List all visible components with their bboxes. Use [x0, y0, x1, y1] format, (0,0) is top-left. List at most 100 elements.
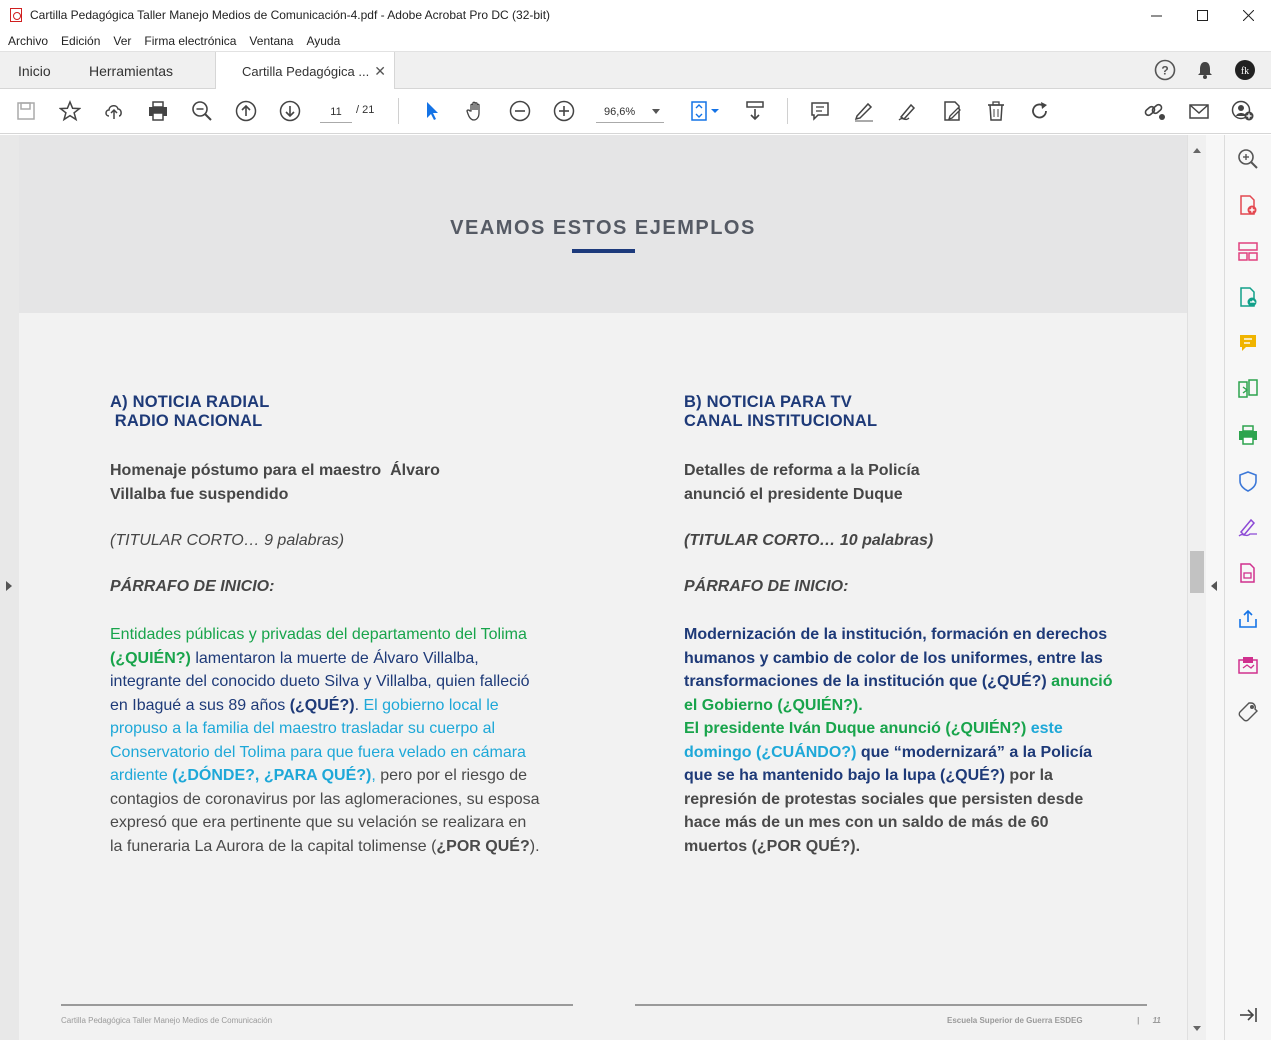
headline-line: Detalles de reforma a la Policía	[684, 462, 920, 479]
headline-note: (TITULAR CORTO… 9 palabras)	[110, 532, 345, 549]
toolbar-divider	[787, 98, 788, 124]
maximize-button[interactable]	[1179, 0, 1225, 30]
where-why-tag: (¿DÓNDE?, ¿PARA QUÉ?)	[172, 767, 372, 784]
footer-document-title: Cartilla Pedagógica Taller Manejo Medios…	[61, 1016, 273, 1025]
tab-herramientas[interactable]: Herramientas	[89, 52, 173, 89]
zoom-level-select[interactable]: 96,6%	[596, 101, 664, 123]
protect-shield-icon[interactable]	[1236, 469, 1260, 493]
prepare-form-icon[interactable]	[1236, 561, 1260, 585]
who-tag: (¿QUIÉN?)	[945, 720, 1027, 737]
help-icon[interactable]: ?	[1153, 58, 1177, 82]
document-viewport[interactable]: VEAMOS ESTOS EJEMPLOS A) NOTICIA RADIAL …	[0, 135, 1224, 1040]
section-title-line: A) NOTICIA RADIAL	[110, 393, 270, 411]
notifications-bell-icon[interactable]	[1193, 58, 1217, 82]
export-pdf-icon[interactable]	[1236, 285, 1260, 309]
acrobat-window: Cartilla Pedagógica Taller Manejo Medios…	[0, 0, 1271, 1040]
close-tab-icon[interactable]: ✕	[374, 63, 386, 80]
svg-text:?: ?	[1161, 64, 1168, 78]
fill-sign-icon[interactable]	[1236, 515, 1260, 539]
headline-line: Homenaje póstumo para el maestro Álvaro	[110, 462, 440, 479]
rotate-icon[interactable]	[1028, 99, 1052, 123]
search-zoom-tool-icon[interactable]	[1236, 147, 1260, 171]
share-link-icon[interactable]	[1143, 99, 1167, 123]
zoom-in-icon[interactable]	[552, 99, 576, 123]
menu-ver[interactable]: Ver	[113, 34, 131, 48]
pdf-page: VEAMOS ESTOS EJEMPLOS A) NOTICIA RADIAL …	[19, 135, 1187, 1040]
collapse-pane-icon[interactable]	[1236, 1003, 1260, 1027]
page-number-input[interactable]: 11	[320, 101, 352, 123]
scrollbar-thumb[interactable]	[1190, 551, 1204, 593]
menu-archivo[interactable]: Archivo	[8, 34, 48, 48]
delete-trash-icon[interactable]	[984, 99, 1008, 123]
comment-icon[interactable]	[808, 99, 832, 123]
expand-left-panel-icon	[6, 581, 12, 591]
menu-ayuda[interactable]: Ayuda	[306, 34, 340, 48]
menu-bar: Archivo Edición Ver Firma electrónica Ve…	[0, 30, 1271, 51]
headline-line: anunció el presidente Duque	[684, 486, 903, 503]
menu-firma-electronica[interactable]: Firma electrónica	[144, 34, 236, 48]
tab-inicio[interactable]: Inicio	[18, 52, 51, 89]
menu-ventana[interactable]: Ventana	[249, 34, 293, 48]
page-fit-icon[interactable]	[688, 99, 722, 123]
title-bar: Cartilla Pedagógica Taller Manejo Medios…	[0, 0, 1271, 30]
section-title-line: B) NOTICIA PARA TV	[684, 393, 852, 411]
zoom-out-icon[interactable]	[508, 99, 532, 123]
what-tag: (¿QUÉ?)	[981, 673, 1047, 690]
example-radio-column: A) NOTICIA RADIAL RADIO NACIONAL Homenaj…	[110, 393, 540, 858]
next-page-icon[interactable]	[278, 99, 302, 123]
user-avatar-icon[interactable]: fk	[1233, 58, 1257, 82]
bookmark-star-icon[interactable]	[58, 99, 82, 123]
lead-paragraph-radio: Entidades públicas y privadas del depart…	[110, 623, 540, 858]
when-tag: (¿CUÁNDO?)	[755, 743, 857, 761]
comment-tool-icon[interactable]	[1236, 331, 1260, 355]
print-production-icon[interactable]	[1236, 423, 1260, 447]
headline-tv: Detalles de reforma a la Policía anunció…	[684, 459, 1114, 507]
punctuation: ).	[850, 837, 861, 855]
menu-edicion[interactable]: Edición	[61, 34, 100, 48]
tab-bar-right: ? fk	[1153, 58, 1257, 82]
zoom-level-value: 96,6%	[604, 105, 636, 118]
window-title: Cartilla Pedagógica Taller Manejo Medios…	[30, 8, 551, 22]
paragraph-heading: PÁRRAFO DE INICIO:	[110, 578, 275, 595]
highlight-pen-icon[interactable]	[852, 99, 876, 123]
zoom-search-icon[interactable]	[190, 99, 214, 123]
right-panel-toggle[interactable]	[1206, 135, 1224, 1040]
toolbar-divider	[398, 98, 399, 124]
edit-pdf-icon[interactable]	[940, 99, 964, 123]
print-icon[interactable]	[146, 99, 170, 123]
add-user-icon[interactable]	[1231, 99, 1255, 123]
more-tools-wrench-icon[interactable]	[1236, 699, 1260, 723]
lead-paragraph-tv: Modernización de la institución, formaci…	[684, 623, 1114, 858]
upload-cloud-icon[interactable]	[102, 99, 126, 123]
email-envelope-icon[interactable]	[1187, 99, 1211, 123]
compare-files-icon[interactable]	[1236, 377, 1260, 401]
scroll-mode-icon[interactable]	[743, 99, 767, 123]
save-icon[interactable]	[14, 99, 38, 123]
tab-document-label: Cartilla Pedagógica ...	[242, 63, 370, 79]
sign-pen-icon[interactable]	[896, 99, 920, 123]
vertical-scrollbar[interactable]	[1187, 135, 1206, 1040]
scroll-up-arrow-icon[interactable]	[1193, 148, 1201, 153]
window-controls	[1133, 0, 1271, 30]
acrobat-app-icon	[10, 8, 22, 22]
who-tag: (¿QUIÉN?)	[110, 649, 191, 667]
hand-tool-icon[interactable]	[464, 99, 488, 123]
close-window-button[interactable]	[1225, 0, 1271, 30]
create-pdf-icon[interactable]	[1236, 193, 1260, 217]
scroll-down-arrow-icon[interactable]	[1193, 1026, 1201, 1031]
organize-pages-icon[interactable]	[1236, 239, 1260, 263]
share-export-icon[interactable]	[1236, 607, 1260, 631]
section-title-tv: B) NOTICIA PARA TV CANAL INSTITUCIONAL	[684, 393, 1114, 431]
headline-note: (TITULAR CORTO… 10 palabras)	[684, 532, 934, 549]
footer-rule-left	[61, 1004, 573, 1006]
select-cursor-icon[interactable]	[420, 99, 444, 123]
tab-document[interactable]: Cartilla Pedagógica ... ✕	[215, 52, 395, 90]
who-tag: (¿QUIÉN?)	[777, 696, 859, 714]
tools-pane	[1224, 135, 1271, 1040]
minimize-button[interactable]	[1133, 0, 1179, 30]
send-for-review-icon[interactable]	[1236, 653, 1260, 677]
left-panel-toggle[interactable]	[0, 135, 19, 1040]
example-tv-column: B) NOTICIA PARA TV CANAL INSTITUCIONAL D…	[684, 393, 1114, 858]
headline-line: Villalba fue suspendido	[110, 486, 289, 503]
previous-page-icon[interactable]	[234, 99, 258, 123]
